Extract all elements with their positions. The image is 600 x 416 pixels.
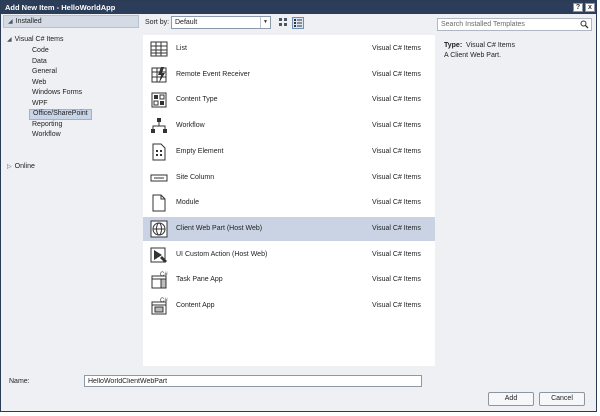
window-title: Add New Item - HelloWorldApp: [5, 3, 116, 12]
sort-value: Default: [175, 19, 198, 26]
template-name: Workflow: [176, 122, 205, 130]
type-label: Type:: [444, 42, 463, 49]
template-row[interactable]: Module Visual C# Items: [143, 191, 435, 215]
chevron-down-icon[interactable]: ▼: [260, 17, 270, 28]
help-button[interactable]: ?: [573, 3, 583, 12]
template-category: Visual C# Items: [372, 147, 421, 155]
template-name: Content Type: [176, 96, 218, 104]
template-name: UI Custom Action (Host Web): [176, 250, 268, 258]
template-row[interactable]: Remote Event Receiver Visual C# Items: [143, 63, 435, 87]
template-row[interactable]: Empty Element Visual C# Items: [143, 140, 435, 164]
online-label: Online: [14, 163, 35, 170]
tree-item[interactable]: Reporting: [29, 120, 92, 131]
type-value: Visual C# Items: [466, 42, 515, 49]
tree-item[interactable]: WPF: [29, 99, 92, 110]
template-category: Visual C# Items: [372, 96, 421, 104]
task-pane-app-icon: C#: [151, 272, 168, 289]
template-row[interactable]: UI Custom Action (Host Web) Visual C# Ite…: [143, 243, 435, 267]
template-list: List Visual C# Items Remote Event Receiver…: [143, 35, 435, 366]
template-row[interactable]: Content Type Visual C# Items: [143, 88, 435, 112]
template-row[interactable]: Client Web Part (Host Web) Visual C# Item…: [143, 216, 435, 241]
template-row[interactable]: List Visual C# Items: [143, 37, 435, 61]
installed-label: Installed: [15, 18, 42, 25]
tree-item[interactable]: Code: [29, 46, 92, 57]
svg-text:C#: C#: [160, 298, 168, 304]
small-icons-view-icon: [279, 18, 287, 26]
template-name: Site Column: [176, 173, 215, 181]
search-icon[interactable]: [580, 20, 589, 29]
add-new-item-dialog: Add New Item - HelloWorldApp ? x ◢ Instal…: [0, 0, 597, 412]
template-row[interactable]: Site Column Visual C# Items: [143, 166, 435, 190]
site-column-icon: [150, 174, 168, 181]
content-app-icon: C#: [151, 298, 168, 315]
tree-node-online[interactable]: ▷ Online: [7, 162, 35, 172]
tree-children: Code Data General Web Windows Forms WPF Office…: [29, 46, 92, 141]
template-info: Type: Visual C# Items A Client Web Part.: [444, 41, 515, 61]
template-name: Content App: [176, 302, 215, 309]
ui-custom-action-icon: [150, 247, 167, 263]
remote-event-receiver-icon: [151, 66, 167, 83]
name-input[interactable]: [84, 375, 422, 387]
template-name: List: [176, 45, 187, 52]
tree-item[interactable]: Web: [29, 78, 92, 89]
expanded-arrow-icon[interactable]: ◢: [8, 17, 13, 28]
close-button[interactable]: x: [585, 3, 595, 12]
tree-node-visual-csharp-items[interactable]: ◢ Visual C# Items: [7, 35, 64, 45]
search-input[interactable]: Search Installed Templates: [437, 18, 592, 31]
template-description: A Client Web Part.: [444, 52, 502, 59]
tree-item[interactable]: Data: [29, 57, 92, 68]
template-category: Visual C# Items: [372, 70, 421, 78]
template-category: Visual C# Items: [372, 302, 421, 309]
module-icon: [152, 194, 166, 212]
template-row[interactable]: Workflow Visual C# Items: [143, 114, 435, 138]
template-category: Visual C# Items: [372, 224, 421, 232]
template-category: Visual C# Items: [372, 276, 421, 284]
content-type-icon: [151, 92, 167, 108]
workflow-icon: [151, 118, 167, 134]
tree-root-label: Visual C# Items: [14, 36, 64, 43]
template-category: Visual C# Items: [372, 199, 421, 207]
list-icon: [150, 41, 168, 57]
sort-dropdown[interactable]: Default ▼: [171, 16, 271, 29]
template-name: Remote Event Receiver: [176, 70, 250, 78]
tree-item[interactable]: Office/SharePoint: [29, 109, 92, 120]
template-name: Client Web Part (Host Web): [176, 224, 263, 232]
title-bar: Add New Item - HelloWorldApp ? x: [1, 1, 596, 14]
template-name: Task Pane App: [176, 276, 223, 284]
details-view-button[interactable]: [292, 17, 304, 29]
template-category: Visual C# Items: [372, 122, 421, 130]
template-name: Module: [176, 199, 199, 207]
sort-label: Sort by:: [145, 19, 170, 26]
template-name: Empty Element: [176, 147, 224, 155]
tree-item[interactable]: General: [29, 67, 92, 78]
category-tree: ◢ Installed ◢ Visual C# Items Code Data Gene…: [3, 15, 139, 366]
name-label: Name:: [9, 378, 30, 385]
template-row[interactable]: C# Content App Visual C# Items: [143, 294, 435, 318]
template-category: Visual C# Items: [372, 45, 421, 52]
expanded-arrow-icon[interactable]: ◢: [7, 36, 12, 45]
sort-toolbar: Sort by: Default ▼: [143, 15, 435, 33]
search-placeholder: Search Installed Templates: [441, 21, 525, 28]
template-category: Visual C# Items: [372, 173, 421, 181]
tree-item[interactable]: Workflow: [29, 130, 92, 141]
small-icons-view-button[interactable]: [277, 17, 289, 29]
cancel-button[interactable]: Cancel: [539, 392, 585, 406]
add-button[interactable]: Add: [488, 392, 534, 406]
template-category: Visual C# Items: [372, 250, 421, 258]
template-row[interactable]: C# Task Pane App Visual C# Items: [143, 268, 435, 292]
tree-node-installed[interactable]: ◢ Installed: [3, 15, 139, 28]
empty-element-icon: [152, 143, 166, 161]
client-web-part-icon: [150, 220, 168, 238]
tree-item[interactable]: Windows Forms: [29, 88, 92, 99]
details-view-icon: [294, 19, 302, 27]
svg-text:C#: C#: [160, 272, 168, 278]
collapsed-arrow-icon[interactable]: ▷: [7, 163, 12, 172]
